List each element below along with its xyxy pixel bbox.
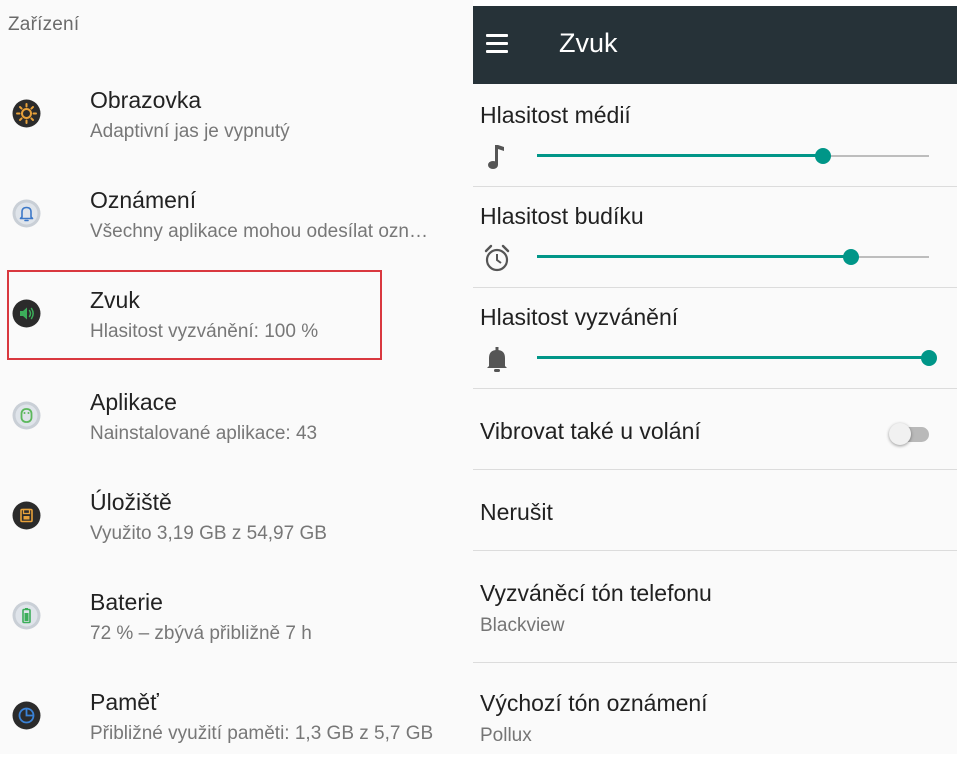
- toggle-thumb[interactable]: [889, 423, 911, 445]
- ring-volume-row: Hlasitost vyzvánění: [473, 288, 957, 388]
- bell-icon: [12, 199, 41, 228]
- brightness-icon: [12, 99, 41, 128]
- ring-volume-label: Hlasitost vyzvánění: [480, 304, 679, 330]
- device-settings-panel: Zařízení Obrazovka Adaptivní jas je vypn…: [0, 0, 473, 754]
- notification-tone-value: Pollux: [480, 725, 532, 746]
- settings-item-sound[interactable]: Zvuk Hlasitost vyzvánění: 100 %: [0, 270, 473, 360]
- settings-item-subtitle: Nainstalované aplikace: 43: [90, 423, 318, 444]
- settings-item-title: Paměť: [90, 689, 159, 715]
- media-volume-slider[interactable]: [537, 144, 929, 168]
- android-icon: [12, 401, 41, 430]
- divider: [473, 662, 957, 663]
- slider-thumb[interactable]: [921, 350, 937, 366]
- settings-item-battery[interactable]: Baterie 72 % – zbývá přibližně 7 h: [0, 572, 473, 662]
- settings-item-storage[interactable]: Úložiště Využito 3,19 GB z 54,97 GB: [0, 472, 473, 562]
- settings-item-subtitle: Adaptivní jas je vypnutý: [90, 121, 290, 142]
- settings-item-subtitle: Využito 3,19 GB z 54,97 GB: [90, 523, 327, 544]
- memory-icon: [12, 701, 41, 730]
- settings-item-title: Obrazovka: [90, 87, 202, 113]
- do-not-disturb-item[interactable]: Nerušit: [480, 499, 553, 526]
- settings-item-subtitle: 72 % – zbývá přibližně 7 h: [90, 623, 312, 644]
- storage-icon: [12, 501, 41, 530]
- alarm-volume-row: Hlasitost budíku: [473, 187, 957, 287]
- speaker-icon: [12, 299, 41, 328]
- settings-item-title: Oznámení: [90, 187, 197, 213]
- page-title: Zvuk: [559, 28, 618, 58]
- alarm-icon: [483, 243, 511, 273]
- settings-item-subtitle: Přibližné využití paměti: 1,3 GB z 5,7 G…: [90, 723, 434, 744]
- settings-item-memory[interactable]: Paměť Přibližné využití paměti: 1,3 GB z…: [0, 672, 473, 762]
- settings-item-title: Úložiště: [90, 489, 172, 515]
- settings-item-notifications[interactable]: Oznámení Všechny aplikace mohou odesílat…: [0, 170, 473, 260]
- battery-icon: [12, 601, 41, 630]
- settings-item-title: Baterie: [90, 589, 163, 615]
- app-toolbar: Zvuk: [473, 6, 957, 84]
- hamburger-menu-icon[interactable]: [486, 34, 508, 54]
- ringtone-value: Blackview: [480, 615, 565, 636]
- divider: [473, 550, 957, 551]
- sound-settings-panel: Zvuk Hlasitost médií Hlasitost budíku Hl…: [473, 6, 957, 754]
- settings-item-apps[interactable]: Aplikace Nainstalované aplikace: 43: [0, 372, 473, 462]
- vibrate-toggle[interactable]: [889, 420, 935, 450]
- settings-item-title: Aplikace: [90, 389, 177, 415]
- ring-volume-slider[interactable]: [537, 346, 937, 370]
- ringtone-label[interactable]: Vyzváněcí tón telefonu: [480, 580, 712, 607]
- slider-thumb[interactable]: [815, 148, 832, 164]
- divider: [473, 388, 957, 389]
- divider: [473, 469, 957, 470]
- settings-item-display[interactable]: Obrazovka Adaptivní jas je vypnutý: [0, 70, 473, 160]
- slider-thumb[interactable]: [842, 249, 859, 265]
- settings-item-title: Zvuk: [90, 287, 140, 313]
- media-volume-label: Hlasitost médií: [480, 102, 631, 128]
- alarm-volume-label: Hlasitost budíku: [480, 203, 644, 229]
- alarm-volume-slider[interactable]: [537, 245, 929, 269]
- section-title: Zařízení: [8, 14, 80, 35]
- settings-item-subtitle: Všechny aplikace mohou odesílat ozn…: [90, 221, 428, 242]
- vibrate-label: Vibrovat také u volání: [480, 418, 701, 444]
- media-volume-row: Hlasitost médií: [473, 86, 957, 186]
- notification-tone-label[interactable]: Výchozí tón oznámení: [480, 690, 708, 717]
- music-note-icon: [483, 142, 511, 172]
- settings-item-subtitle: Hlasitost vyzvánění: 100 %: [90, 321, 319, 342]
- bell-icon: [483, 344, 511, 374]
